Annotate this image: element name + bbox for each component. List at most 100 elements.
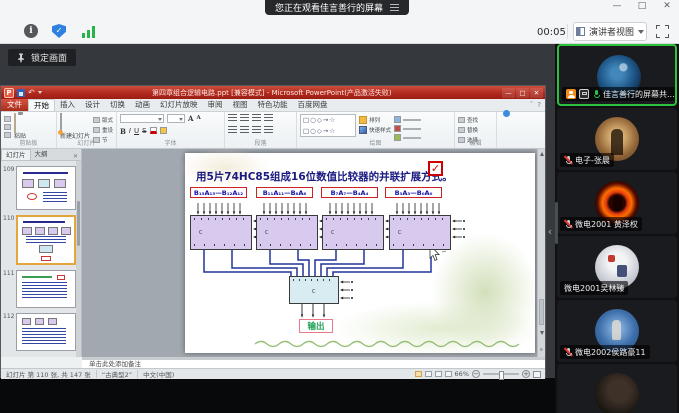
tab-slideshow[interactable]: 幻灯片放映	[155, 99, 203, 111]
participant-tile[interactable]	[557, 364, 677, 413]
info-icon[interactable]	[24, 24, 38, 38]
shape-outline-button[interactable]	[394, 125, 421, 132]
next-slide-icon[interactable]	[539, 346, 543, 353]
highlight-color-icon[interactable]	[160, 127, 167, 134]
maximize-button[interactable]	[636, 1, 648, 11]
shapes-gallery[interactable]: □○◇→☆□○◇→☆	[300, 114, 356, 137]
security-shield-icon[interactable]	[52, 24, 66, 38]
thumbnail-preview-112[interactable]	[16, 313, 76, 351]
tab-transitions[interactable]: 切换	[105, 99, 130, 111]
line-spacing-icon[interactable]	[264, 114, 273, 122]
new-slide-button[interactable]: 新建幻灯片	[60, 114, 90, 140]
tab-insert[interactable]: 插入	[55, 99, 80, 111]
bit-group-label-2: B₁₁A₁₁—B₈A₈	[256, 187, 313, 198]
reset-button[interactable]: 重设	[93, 126, 113, 134]
undo-icon[interactable]	[28, 89, 35, 97]
fit-to-window-icon[interactable]	[533, 371, 541, 378]
tab-home[interactable]: 开始	[28, 99, 55, 111]
align-left-icon[interactable]	[228, 126, 237, 134]
align-right-icon[interactable]	[252, 126, 261, 134]
slides-thumbnail-panel: 幻灯片 大纲 109	[1, 149, 82, 357]
powerpoint-icon[interactable]	[4, 88, 14, 98]
notes-pane[interactable]: 单击此处添加备注	[82, 360, 545, 368]
tab-view[interactable]: 视图	[228, 99, 253, 111]
underline-icon[interactable]: U	[134, 127, 139, 136]
find-button[interactable]: 查找	[458, 116, 493, 124]
zoom-out-icon[interactable]: −	[472, 370, 480, 378]
font-color-icon[interactable]	[150, 127, 157, 134]
replace-button[interactable]: 替换	[458, 126, 493, 134]
font-name-dropdown[interactable]	[120, 114, 164, 123]
tab-file[interactable]: 文件	[1, 99, 28, 111]
thumbnail-preview-109[interactable]	[16, 166, 76, 210]
thumbnail-item-selected[interactable]: 110	[3, 215, 76, 265]
thumbnail-preview-111[interactable]	[16, 270, 76, 308]
thumbnail-panel-tabs: 幻灯片 大纲	[1, 149, 81, 161]
copy-icon[interactable]	[4, 124, 11, 130]
font-size-dropdown[interactable]	[167, 114, 185, 123]
ppt-minimize-button[interactable]	[502, 88, 515, 98]
zoom-in-icon[interactable]: +	[522, 370, 530, 378]
ppt-maximize-button[interactable]	[516, 88, 529, 98]
lock-view-button[interactable]: 锁定画面	[8, 49, 76, 66]
tab-design[interactable]: 设计	[80, 99, 105, 111]
slide-sorter-icon[interactable]	[425, 371, 432, 377]
tab-outline[interactable]: 大纲	[31, 149, 52, 160]
close-panel-icon[interactable]	[73, 153, 81, 160]
language-indicator: 中文(中国)	[138, 369, 179, 379]
bold-icon[interactable]: B	[120, 127, 126, 137]
network-signal-icon[interactable]	[82, 24, 96, 38]
scroll-up-icon[interactable]	[540, 152, 544, 156]
tab-animations[interactable]: 动画	[130, 99, 155, 111]
tab-review[interactable]: 审阅	[203, 99, 228, 111]
participant-tile-sharing[interactable]: 佳言善行的屏幕共...	[557, 44, 677, 106]
indent-icon[interactable]	[252, 114, 261, 122]
theme-name: “古典型2”	[97, 369, 137, 379]
tab-features[interactable]: 特色功能	[253, 99, 293, 111]
minimize-button[interactable]	[611, 1, 623, 11]
slideshow-icon[interactable]	[445, 371, 452, 377]
tab-slides[interactable]: 幻灯片	[1, 149, 31, 160]
italic-icon[interactable]: I	[129, 127, 131, 136]
thumbnail-item[interactable]: 109	[3, 166, 76, 210]
ribbon-collapse-icon[interactable]: ˆ	[530, 101, 534, 109]
shape-fill-button[interactable]	[394, 116, 421, 123]
close-button[interactable]	[661, 1, 673, 11]
bullets-icon[interactable]	[228, 114, 237, 122]
slide-canvas[interactable]: 用5片74HC85组成16位数值比较器的并联扩展方式。 ✓ B₁₅A₁₅—B₁₂…	[185, 153, 535, 353]
reading-view-icon[interactable]	[435, 371, 442, 377]
cut-icon[interactable]	[4, 116, 11, 122]
grow-font-icon[interactable]: A	[188, 114, 193, 124]
zoom-slider[interactable]	[483, 373, 519, 375]
strikethrough-icon[interactable]: S	[142, 127, 146, 136]
thumbnail-item[interactable]: 111	[3, 270, 76, 308]
ribbon-group-paragraph: 段落	[225, 112, 297, 148]
paste-button[interactable]: 粘贴	[14, 114, 26, 140]
shrink-font-icon[interactable]: A	[196, 114, 200, 123]
columns-icon[interactable]	[264, 126, 273, 134]
numbering-icon[interactable]	[240, 114, 249, 122]
presenter-view-button[interactable]: 演讲者视图	[573, 22, 647, 41]
arrange-button[interactable]: 排列	[359, 116, 391, 124]
help-icon[interactable]: ?	[537, 101, 541, 109]
banner-menu-icon[interactable]	[390, 4, 399, 11]
thumbnail-item[interactable]: 112	[3, 313, 76, 351]
layout-button[interactable]: 版式	[93, 116, 113, 124]
participant-tile[interactable]: 微电2001吴林臻	[557, 236, 677, 298]
normal-view-icon[interactable]	[415, 371, 422, 377]
participant-tile[interactable]: 微电2001 黄泽权	[557, 172, 677, 234]
align-center-icon[interactable]	[240, 126, 249, 134]
save-icon[interactable]	[17, 89, 25, 97]
tab-baidu-netdisk[interactable]: 百度网盘	[293, 99, 333, 111]
participant-tile[interactable]: 电子-张晨	[557, 108, 677, 170]
thumbnail-preview-110[interactable]	[16, 215, 76, 265]
bit-group-label-4: B₃A₃—B₀A₀	[385, 187, 442, 198]
collapse-sidebar-handle[interactable]	[545, 216, 555, 246]
sidebar-scrollbar[interactable]	[555, 202, 558, 244]
quick-styles-button[interactable]: 快速样式	[359, 126, 391, 134]
thumbnail-scrollbar[interactable]	[76, 161, 81, 357]
ppt-close-button[interactable]	[530, 88, 543, 98]
fullscreen-button[interactable]	[656, 25, 669, 38]
ppt-titlebar[interactable]: 第四章组合逻辑电路.ppt [兼容模式] - Microsoft PowerPo…	[1, 86, 545, 99]
participant-tile[interactable]: 微电2002侯路豪11	[557, 300, 677, 362]
